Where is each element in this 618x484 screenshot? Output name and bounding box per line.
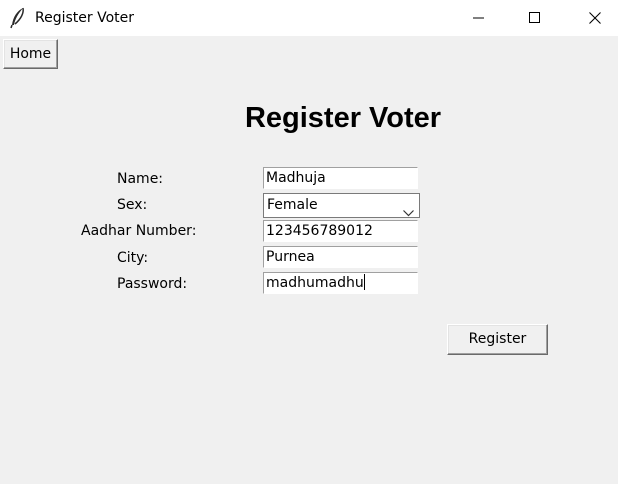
page-title: Register Voter — [244, 102, 442, 134]
minimize-icon — [473, 12, 485, 24]
password-value: madhumadhu — [266, 275, 364, 291]
city-field[interactable]: Purnea — [263, 246, 418, 268]
text-cursor — [363, 274, 366, 290]
aadhar-field[interactable]: 123456789012 — [263, 220, 418, 242]
name-field[interactable]: Madhuja — [263, 167, 418, 189]
maximize-icon — [529, 12, 541, 24]
password-label: Password: — [117, 276, 188, 292]
aadhar-label: Aadhar Number: — [81, 223, 197, 239]
name-label: Name: — [117, 171, 164, 187]
title-bar: Register Voter — [0, 0, 618, 36]
sex-select-value: Female — [267, 197, 318, 213]
feather-icon — [9, 7, 27, 29]
window-title: Register Voter — [35, 10, 135, 26]
close-icon — [589, 12, 601, 24]
register-button[interactable]: Register — [447, 324, 548, 355]
home-button[interactable]: Home — [3, 39, 58, 69]
window-content: Home Register Voter Name: Madhuja Sex: F… — [0, 36, 618, 484]
sex-label: Sex: — [117, 197, 148, 213]
minimize-button[interactable] — [456, 0, 502, 36]
city-label: City: — [117, 250, 149, 266]
password-field[interactable]: madhumadhu — [263, 272, 418, 294]
close-button[interactable] — [572, 0, 618, 36]
sex-select[interactable]: Female — [263, 193, 420, 218]
maximize-button[interactable] — [512, 0, 558, 36]
